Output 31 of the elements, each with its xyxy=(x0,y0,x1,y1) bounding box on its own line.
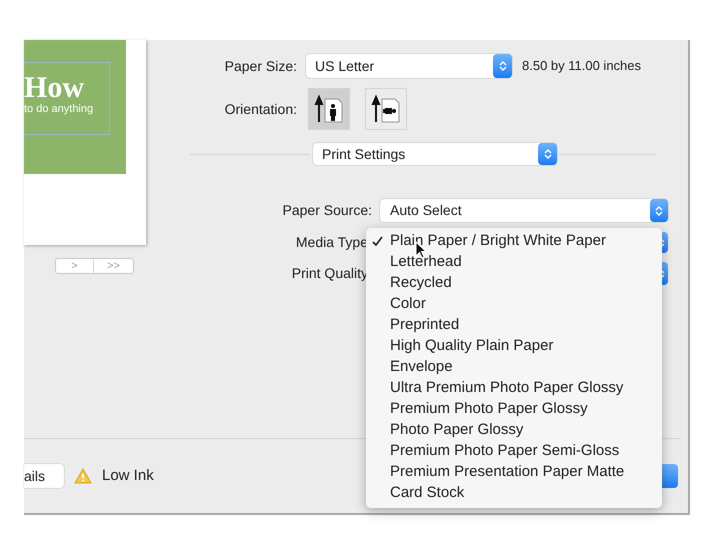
paper-dimensions: 8.50 by 11.00 inches xyxy=(522,57,642,76)
warning-icon xyxy=(74,468,92,484)
menu-item[interactable]: Premium Photo Paper Semi-Gloss xyxy=(366,441,662,462)
menu-item[interactable]: Plain Paper / Bright White Paper xyxy=(366,231,662,252)
menu-item[interactable]: Premium Photo Paper Glossy xyxy=(366,399,662,420)
print-settings-popup[interactable]: Print Settings xyxy=(313,143,557,165)
details-button[interactable]: ails xyxy=(24,464,64,488)
paper-size-label: Paper Size: xyxy=(224,56,297,76)
menu-item[interactable]: Envelope xyxy=(366,357,662,378)
paper-source-popup[interactable]: Auto Select xyxy=(380,199,668,222)
warning-text: Low Ink xyxy=(102,466,154,486)
menu-item[interactable]: Recycled xyxy=(366,273,662,294)
menu-item[interactable]: Letterhead xyxy=(366,252,662,273)
orientation-button[interactable] xyxy=(308,88,350,130)
paper-source-label: Paper Source: xyxy=(282,201,372,220)
menu-item[interactable]: Ultra Premium Photo Paper Glossy xyxy=(366,378,662,399)
menu-item[interactable]: Photo Paper Glossy xyxy=(366,420,662,441)
menu-item[interactable]: Card Stock xyxy=(366,483,662,504)
orientation-button[interactable] xyxy=(365,88,407,130)
menu-item[interactable]: Color xyxy=(366,294,662,315)
portrait-page-icon xyxy=(314,94,344,124)
menu-item[interactable]: High Quality Plain Paper xyxy=(366,336,662,357)
menu-item[interactable]: Preprinted xyxy=(366,315,662,336)
menu-item[interactable]: Premium Presentation Paper Matte xyxy=(366,462,662,483)
print-quality-label: Print Quality xyxy=(290,264,368,283)
logo-title: How xyxy=(24,73,84,103)
media-type-label: Media Type xyxy=(294,233,368,252)
paper-size-popup[interactable]: US Letter xyxy=(306,54,512,78)
logo-tagline: to do anything xyxy=(24,103,94,116)
orientation-label: Orientation: xyxy=(224,100,297,118)
landscape-page-icon xyxy=(371,94,401,124)
